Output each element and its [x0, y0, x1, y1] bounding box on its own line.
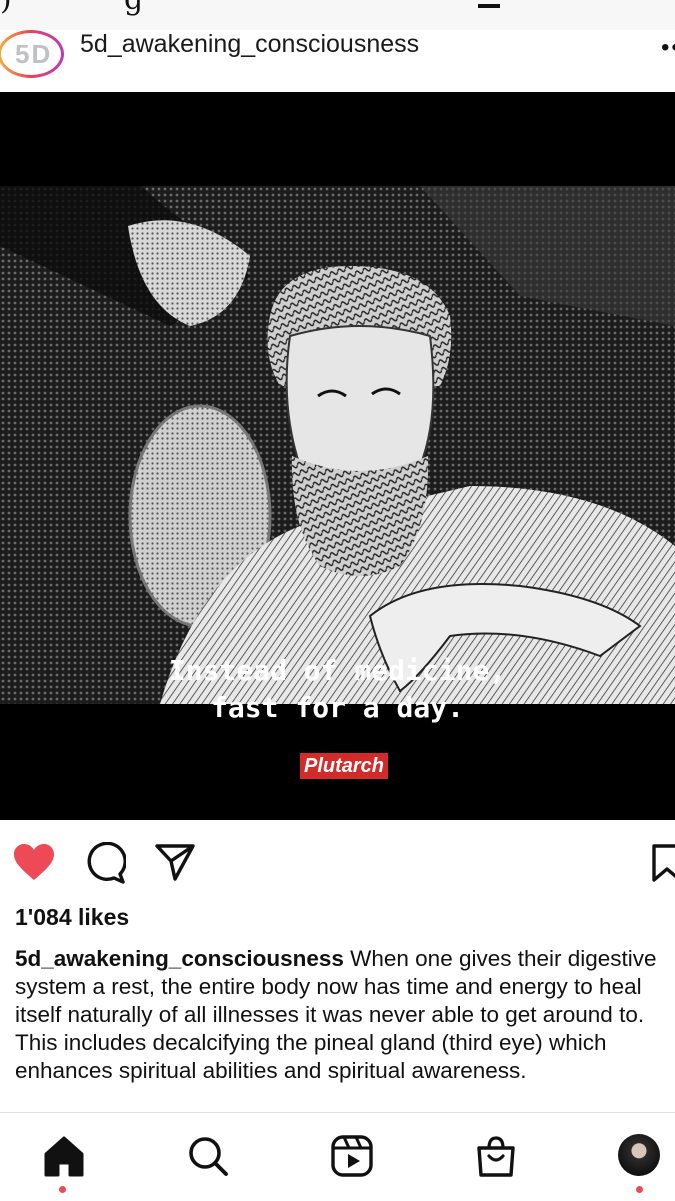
quote-line: fast for a day.	[211, 691, 464, 724]
profile-activity-dot	[636, 1186, 643, 1193]
share-icon[interactable]	[154, 842, 196, 882]
post-header: 5D 5d_awakening_consciousness ••	[0, 30, 675, 92]
home-activity-dot	[59, 1186, 66, 1193]
bookmark-icon[interactable]	[650, 842, 675, 884]
cutoff-mark	[478, 4, 500, 8]
cutoff-glyph: )	[0, 0, 12, 17]
cutoff-glyph: g	[124, 0, 143, 17]
quote-line: Instead of medicine,	[168, 654, 507, 687]
portrait-engraving	[0, 186, 675, 704]
search-icon[interactable]	[186, 1134, 230, 1178]
quote-author-badge: Plutarch	[300, 753, 389, 779]
story-avatar[interactable]: 5D	[0, 30, 64, 78]
heart-icon[interactable]	[12, 842, 56, 882]
comment-icon[interactable]	[84, 842, 126, 884]
shop-icon[interactable]	[474, 1134, 518, 1178]
reels-icon[interactable]	[330, 1134, 374, 1178]
post-actions	[0, 820, 675, 900]
post-caption: 5d_awakening_consciousness When one give…	[15, 945, 675, 1085]
profile-avatar[interactable]	[618, 1134, 660, 1176]
avatar-label: 5D	[15, 39, 53, 69]
home-icon[interactable]	[42, 1134, 86, 1178]
likes-count[interactable]: 1'084 likes	[15, 904, 129, 931]
more-options-icon[interactable]: ••	[661, 34, 675, 62]
caption-username[interactable]: 5d_awakening_consciousness	[15, 946, 344, 971]
top-header-cutoff: ) g	[0, 0, 675, 31]
quote-text: Instead of medicine, fast for a day.	[0, 652, 675, 726]
post-username[interactable]: 5d_awakening_consciousness	[80, 30, 419, 59]
post-image[interactable]: Instead of medicine, fast for a day. Plu…	[0, 92, 675, 820]
